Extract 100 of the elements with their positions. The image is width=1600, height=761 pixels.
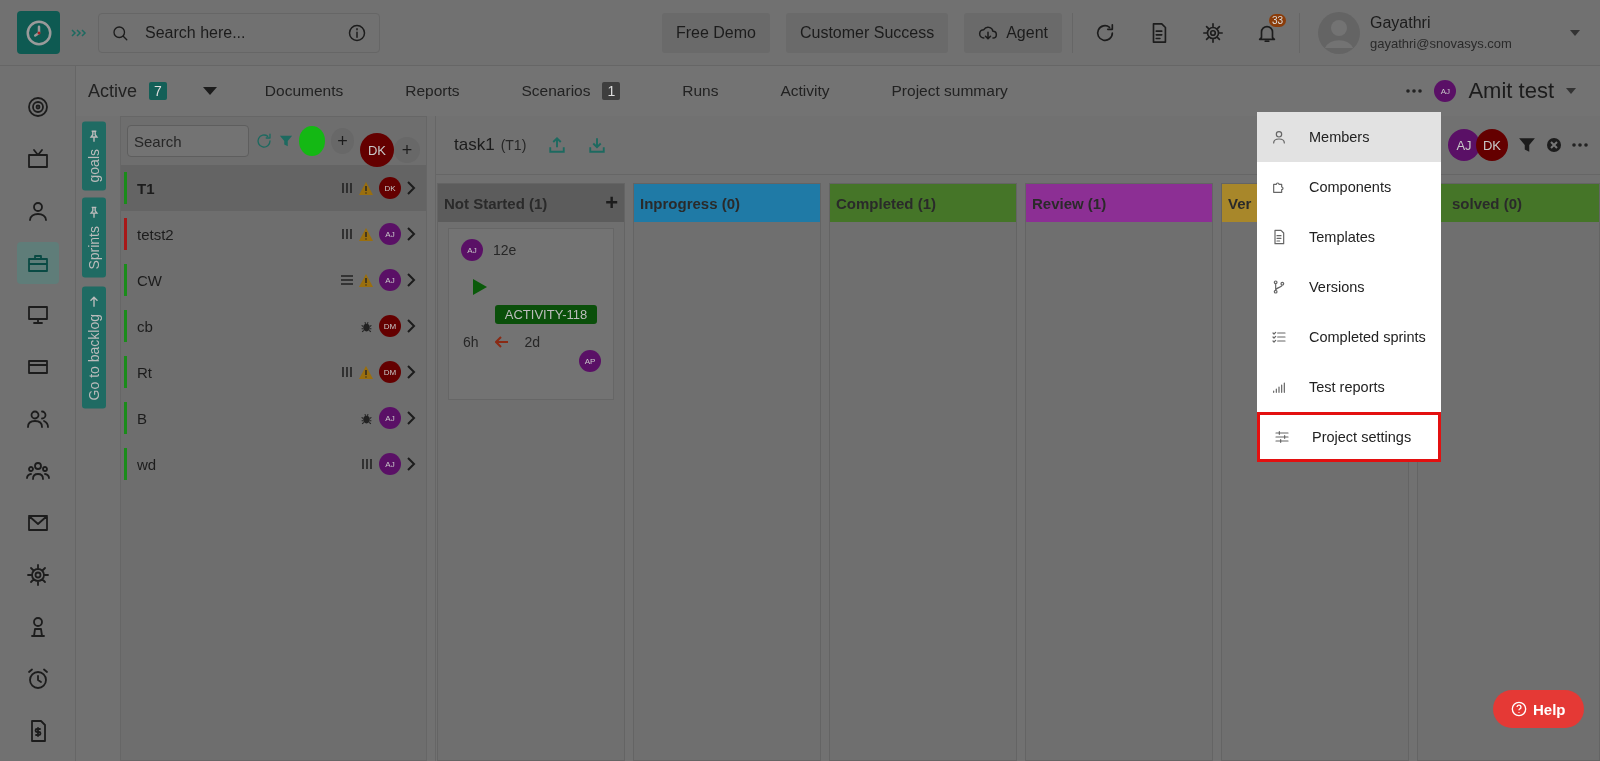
status-count: 7 xyxy=(149,82,167,100)
chevron-right-icon[interactable] xyxy=(407,181,416,195)
header-button[interactable]: Agent xyxy=(964,12,1062,53)
column-title: Review (1) xyxy=(1032,194,1108,212)
gear-icon xyxy=(25,563,50,587)
pin-icon xyxy=(87,129,101,143)
search-icon xyxy=(111,23,129,42)
project-tab[interactable]: Documents xyxy=(264,82,344,100)
chevron-right-icon[interactable] xyxy=(407,411,416,425)
goal-name: wd xyxy=(137,455,157,473)
menu-item[interactable]: Versions xyxy=(1257,262,1441,312)
refresh-icon xyxy=(1094,21,1116,44)
goal-row[interactable]: T1 DK xyxy=(121,165,426,211)
project-tab[interactable]: Project summary xyxy=(891,82,1008,100)
notification-count: 33 xyxy=(1269,13,1287,27)
column-title: Ver xyxy=(1228,194,1253,212)
goal-name: T1 xyxy=(137,179,155,197)
avatar: DK xyxy=(1476,129,1508,161)
task-title: 12e xyxy=(493,242,517,258)
add-button[interactable]: + xyxy=(331,128,354,154)
goal-row[interactable]: CW AJ xyxy=(121,257,426,303)
avatar: AJ xyxy=(1448,129,1480,161)
side-tab[interactable]: goals xyxy=(82,121,106,191)
chevron-right-icon[interactable] xyxy=(407,319,416,333)
reset-icon xyxy=(255,132,273,150)
column-title: Completed (1) xyxy=(836,194,937,212)
task-card[interactable]: AJ 12e ACTIVITY-118 6h 2d AP xyxy=(448,228,614,400)
goal-row[interactable]: cb DM xyxy=(121,303,426,349)
sliders-icon xyxy=(1274,429,1290,445)
status-filter[interactable]: Active xyxy=(88,80,138,102)
status-dot-icon xyxy=(299,126,326,156)
chevron-right-icon[interactable] xyxy=(407,227,416,241)
menu-item[interactable]: Templates xyxy=(1257,212,1441,262)
play-icon[interactable] xyxy=(473,279,487,295)
monitor-icon xyxy=(25,303,50,327)
goal-row[interactable]: Rt DM xyxy=(121,349,426,395)
avatar: AJ xyxy=(379,223,401,245)
column-title: solved (0) xyxy=(1452,194,1524,212)
target-icon xyxy=(25,95,50,119)
avatar: DK xyxy=(379,177,401,199)
signal-icon xyxy=(1271,379,1287,395)
avatar: AJ xyxy=(379,453,401,475)
info-icon xyxy=(347,22,367,43)
more-icon[interactable] xyxy=(1572,143,1588,147)
avatar: AJ xyxy=(461,239,483,261)
arrow-up-icon xyxy=(87,294,101,309)
menu-item[interactable]: Members xyxy=(1257,112,1441,162)
chevron-right-icon[interactable] xyxy=(407,273,416,287)
goal-row[interactable]: tetst2 AJ xyxy=(121,211,426,257)
add-task-button[interactable]: + xyxy=(605,190,618,216)
estimate-text: 6h xyxy=(463,334,479,350)
menu-item[interactable]: Components xyxy=(1257,162,1441,212)
project-tab[interactable]: Runs xyxy=(682,82,719,100)
column-title: Inprogress (0) xyxy=(640,194,742,212)
user-name: Gayathri xyxy=(1370,14,1432,32)
sidebar-item[interactable] xyxy=(16,242,59,284)
menu-item[interactable]: Completed sprints xyxy=(1257,312,1441,362)
settings-icon xyxy=(1202,21,1224,44)
doc-icon xyxy=(1271,229,1287,245)
clock-logo-icon[interactable] xyxy=(17,11,60,54)
goal-row[interactable]: B AJ xyxy=(121,395,426,441)
tv-icon xyxy=(25,147,50,171)
header-button[interactable]: Free Demo xyxy=(661,12,770,53)
avatar: DM xyxy=(379,361,401,383)
goal-row[interactable]: wd AJ xyxy=(121,441,426,487)
search-field[interactable]: Search xyxy=(127,125,249,157)
pin-icon xyxy=(87,206,101,221)
project-selector[interactable]: Amit test xyxy=(1468,78,1554,104)
avatar: AP xyxy=(579,350,601,372)
search-field[interactable]: Search here... xyxy=(143,22,333,43)
chevron-right-icon[interactable] xyxy=(407,457,416,471)
user-email: gayathri@snovasys.com xyxy=(1370,36,1513,51)
project-tab[interactable]: Activity xyxy=(780,82,830,100)
search-bar[interactable]: Search here... xyxy=(98,12,380,53)
help-button[interactable]: Help xyxy=(1493,690,1584,728)
side-tab[interactable]: Sprints xyxy=(82,198,106,279)
project-tab[interactable]: Reports xyxy=(405,82,460,100)
puzzle-icon xyxy=(1271,179,1287,195)
clear-filter-icon[interactable] xyxy=(1546,137,1562,153)
chevron-right-icon[interactable] xyxy=(407,365,416,379)
goal-name: B xyxy=(137,409,147,427)
caret-icon[interactable] xyxy=(1570,29,1580,36)
tab-count: 1 xyxy=(602,82,621,100)
group-icon xyxy=(25,459,50,483)
caret-icon[interactable] xyxy=(1566,88,1576,94)
avatar: AJ xyxy=(1434,80,1457,102)
add-button[interactable]: + xyxy=(394,137,420,163)
side-tab[interactable]: Go to backlog xyxy=(82,286,106,409)
project-tab[interactable]: Scenarios xyxy=(521,82,591,100)
menu-item[interactable]: Test reports xyxy=(1257,362,1441,412)
board-code: (T1) xyxy=(500,137,527,153)
more-icon[interactable] xyxy=(1406,89,1423,93)
avatar: AJ xyxy=(379,407,401,429)
menu-item[interactable]: Project settings xyxy=(1257,412,1441,462)
remaining-text: 2d xyxy=(524,334,541,350)
caret-icon[interactable] xyxy=(202,87,217,95)
header-button[interactable]: Customer Success xyxy=(785,12,949,53)
goal-name: tetst2 xyxy=(137,225,174,243)
filter-icon[interactable] xyxy=(1518,136,1536,154)
help-icon xyxy=(1511,701,1527,717)
